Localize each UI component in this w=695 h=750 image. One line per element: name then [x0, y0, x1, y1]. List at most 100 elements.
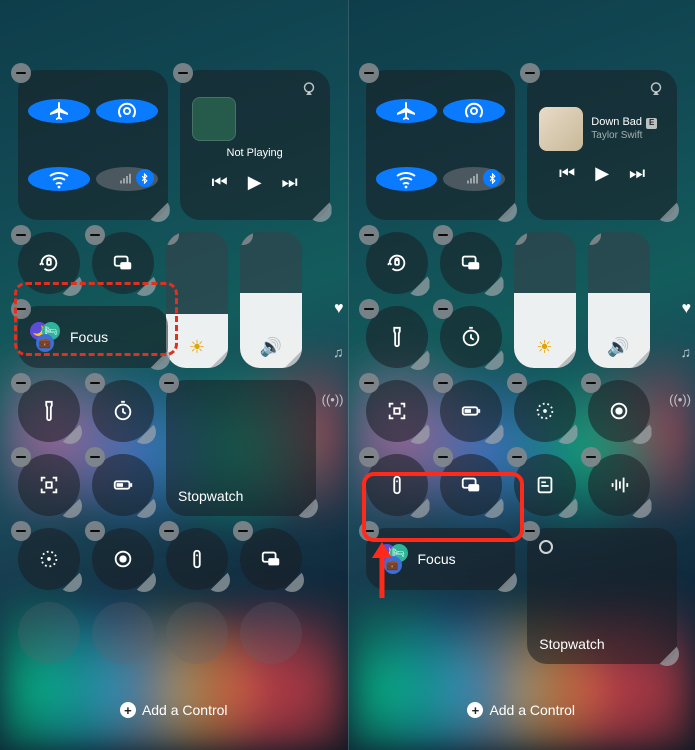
resize-handle[interactable] — [146, 198, 170, 222]
privacy-button[interactable] — [18, 528, 80, 590]
add-control-button[interactable]: + Add a Control — [0, 702, 348, 718]
remove-badge[interactable] — [359, 299, 379, 319]
remove-badge[interactable] — [85, 373, 105, 393]
remove-badge[interactable] — [581, 373, 601, 393]
resize-handle[interactable] — [493, 198, 517, 222]
brightness-slider[interactable]: ☀ — [514, 232, 576, 368]
volume-slider[interactable]: 🔊 — [588, 232, 650, 368]
qr-scan-button[interactable] — [18, 454, 80, 516]
airdrop-toggle[interactable] — [443, 99, 505, 123]
remove-badge[interactable] — [11, 63, 31, 83]
remove-badge[interactable] — [359, 225, 379, 245]
remove-badge[interactable] — [11, 521, 31, 541]
empty-slot[interactable] — [240, 602, 302, 664]
cellular-bt-toggle[interactable] — [96, 167, 158, 191]
remove-badge[interactable] — [11, 447, 31, 467]
cellular-bt-toggle[interactable] — [443, 167, 505, 191]
remove-badge[interactable] — [433, 299, 453, 319]
low-power-toggle[interactable] — [92, 454, 154, 516]
connectivity-group[interactable] — [18, 70, 168, 220]
resize-handle[interactable] — [132, 568, 156, 592]
wifi-toggle[interactable] — [376, 167, 438, 191]
remove-badge[interactable] — [233, 521, 253, 541]
orientation-lock-toggle[interactable] — [366, 232, 428, 294]
add-control-button[interactable]: + Add a Control — [348, 702, 695, 718]
remove-badge[interactable] — [507, 373, 527, 393]
privacy-button[interactable] — [514, 380, 576, 442]
remove-badge[interactable] — [359, 63, 379, 83]
resize-handle[interactable] — [628, 420, 652, 444]
remove-badge[interactable] — [85, 225, 105, 245]
remove-badge[interactable] — [173, 63, 193, 83]
airplane-toggle[interactable] — [376, 99, 438, 123]
remove-badge[interactable] — [159, 521, 179, 541]
screen-record-button[interactable] — [92, 528, 154, 590]
wifi-toggle[interactable] — [28, 167, 90, 191]
resize-handle[interactable] — [554, 420, 578, 444]
resize-handle[interactable] — [280, 346, 302, 368]
remove-badge[interactable] — [11, 225, 31, 245]
resize-handle[interactable] — [58, 494, 82, 518]
resize-handle[interactable] — [58, 568, 82, 592]
remove-badge[interactable] — [433, 447, 453, 467]
remove-badge[interactable] — [166, 232, 179, 245]
remove-badge[interactable] — [240, 232, 253, 245]
low-power-toggle[interactable] — [440, 380, 502, 442]
empty-slot[interactable] — [92, 602, 154, 664]
flashlight-toggle[interactable] — [18, 380, 80, 442]
empty-slot[interactable] — [18, 602, 80, 664]
media-tile[interactable]: Not Playing ⏮ ▶ ⏭ — [180, 70, 330, 220]
remove-badge[interactable] — [159, 373, 179, 393]
resize-handle[interactable] — [132, 420, 156, 444]
timer-button[interactable] — [440, 306, 502, 368]
resize-handle[interactable] — [58, 420, 82, 444]
play-button[interactable]: ▶ — [595, 163, 609, 184]
stopwatch-tile[interactable]: Stopwatch — [166, 380, 316, 516]
remove-badge[interactable] — [507, 447, 527, 467]
resize-handle[interactable] — [206, 346, 228, 368]
resize-handle[interactable] — [655, 198, 679, 222]
resize-handle[interactable] — [628, 494, 652, 518]
resize-handle[interactable] — [406, 420, 430, 444]
resize-handle[interactable] — [628, 346, 650, 368]
remove-badge[interactable] — [581, 447, 601, 467]
remove-badge[interactable] — [433, 225, 453, 245]
screen-record-button[interactable] — [588, 380, 650, 442]
remove-badge[interactable] — [359, 447, 379, 467]
screen-mirroring-toggle[interactable] — [440, 232, 502, 294]
remove-badge[interactable] — [85, 447, 105, 467]
screen-mirror-button[interactable] — [240, 528, 302, 590]
remove-badge[interactable] — [359, 373, 379, 393]
resize-handle[interactable] — [280, 568, 304, 592]
media-tile[interactable]: Down BadE Taylor Swift ⏮ ▶ ⏭ — [527, 70, 677, 220]
airplay-icon[interactable] — [300, 80, 318, 103]
remove-badge[interactable] — [11, 373, 31, 393]
remote-button[interactable] — [166, 528, 228, 590]
flashlight-toggle[interactable] — [366, 306, 428, 368]
resize-handle[interactable] — [406, 272, 430, 296]
play-button[interactable]: ▶ — [248, 172, 262, 193]
resize-handle[interactable] — [132, 494, 156, 518]
timer-button[interactable] — [92, 380, 154, 442]
qr-scan-button[interactable] — [366, 380, 428, 442]
volume-slider[interactable]: 🔊 — [240, 232, 302, 368]
resize-handle[interactable] — [480, 272, 504, 296]
resize-handle[interactable] — [655, 642, 679, 666]
resize-handle[interactable] — [480, 346, 504, 370]
stopwatch-tile[interactable]: Stopwatch — [527, 528, 677, 664]
resize-handle[interactable] — [554, 494, 578, 518]
remove-badge[interactable] — [433, 373, 453, 393]
remove-badge[interactable] — [588, 232, 601, 245]
next-track-button[interactable]: ⏭ — [282, 172, 298, 193]
resize-handle[interactable] — [554, 346, 576, 368]
empty-slot[interactable] — [166, 602, 228, 664]
resize-handle[interactable] — [294, 494, 318, 518]
resize-handle[interactable] — [308, 198, 332, 222]
next-track-button[interactable]: ⏭ — [629, 163, 645, 184]
airplay-icon[interactable] — [647, 80, 665, 103]
prev-track-button[interactable]: ⏮ — [559, 163, 575, 184]
resize-handle[interactable] — [206, 568, 230, 592]
resize-handle[interactable] — [480, 420, 504, 444]
remove-badge[interactable] — [520, 63, 540, 83]
resize-handle[interactable] — [406, 346, 430, 370]
